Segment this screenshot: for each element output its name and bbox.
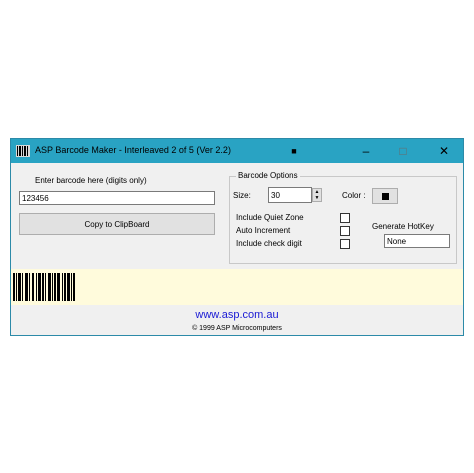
quiet-zone-checkbox[interactable]: [340, 213, 350, 223]
check-digit-label: Include check digit: [236, 239, 302, 248]
color-picker-button[interactable]: [372, 188, 398, 204]
barcode-bar: [48, 273, 51, 301]
barcode-bar: [38, 273, 41, 301]
spin-down-icon[interactable]: ▼: [313, 195, 321, 201]
barcode-bar: [45, 273, 46, 301]
barcode-bar: [64, 273, 66, 301]
quiet-zone-label: Include Quiet Zone: [236, 213, 304, 222]
barcode-bar: [57, 273, 60, 301]
barcode-bar: [25, 273, 28, 301]
barcode-bar: [16, 273, 17, 301]
size-input[interactable]: [268, 187, 312, 203]
color-label: Color :: [342, 191, 366, 200]
hotkey-label: Generate HotKey: [372, 222, 434, 231]
color-swatch: [382, 193, 389, 200]
copy-to-clipboard-button[interactable]: Copy to ClipBoard: [19, 213, 215, 235]
barcode-bar: [62, 273, 63, 301]
maximize-button[interactable]: □: [388, 139, 418, 163]
barcode-image: [13, 273, 75, 301]
size-label: Size:: [233, 191, 251, 200]
auto-increment-label: Auto Increment: [236, 226, 291, 235]
barcode-bar: [52, 273, 53, 301]
barcode-maker-window: ASP Barcode Maker - Interleaved 2 of 5 (…: [10, 138, 464, 336]
barcode-bar: [32, 273, 34, 301]
pin-icon[interactable]: ■: [279, 139, 309, 163]
close-button[interactable]: ✕: [429, 139, 459, 163]
barcode-app-icon: [16, 145, 30, 157]
barcode-bars: [13, 273, 75, 301]
barcode-bar: [73, 273, 75, 301]
barcode-input-label: Enter barcode here (digits only): [35, 176, 147, 185]
barcode-bar: [36, 273, 37, 301]
minimize-button[interactable]: –: [351, 139, 381, 163]
barcode-bar: [67, 273, 70, 301]
barcode-bar: [18, 273, 21, 301]
check-digit-checkbox[interactable]: [340, 239, 350, 249]
barcode-options-title: Barcode Options: [236, 171, 300, 180]
barcode-bar: [54, 273, 56, 301]
barcode-bar: [71, 273, 72, 301]
client-area: Enter barcode here (digits only) Copy to…: [11, 163, 463, 335]
barcode-bar: [29, 273, 30, 301]
hotkey-input[interactable]: [384, 234, 450, 248]
size-spinner[interactable]: ▲ ▼: [312, 188, 322, 202]
barcode-bar: [22, 273, 23, 301]
barcode-bar: [13, 273, 15, 301]
barcode-options-group: Barcode Options Size: ▲ ▼ Color : Includ…: [229, 171, 457, 264]
window-title: ASP Barcode Maker - Interleaved 2 of 5 (…: [35, 145, 231, 155]
barcode-display: [11, 269, 463, 305]
copyright-text: © 1999 ASP Microcomputers: [192, 325, 282, 332]
barcode-bar: [42, 273, 44, 301]
title-bar[interactable]: ASP Barcode Maker - Interleaved 2 of 5 (…: [11, 139, 463, 163]
website-link[interactable]: www.asp.com.au: [11, 309, 463, 321]
barcode-input[interactable]: [19, 191, 215, 205]
auto-increment-checkbox[interactable]: [340, 226, 350, 236]
